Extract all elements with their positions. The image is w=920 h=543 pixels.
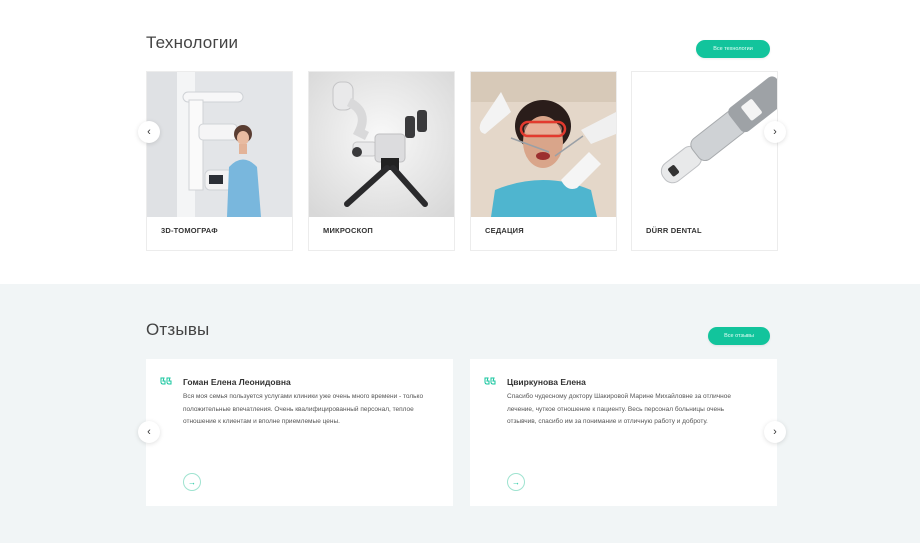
review-author: Гоман Елена Леонидовна (183, 377, 291, 387)
tech-card-label: 3D-ТОМОГРАФ (161, 226, 218, 235)
tech-prev-arrow[interactable]: ‹ (138, 121, 160, 143)
review-author: Цвиркунова Елена (507, 377, 586, 387)
quote-icon (160, 377, 172, 385)
all-reviews-button[interactable]: Все отзывы (708, 327, 770, 345)
tomograph-image (147, 72, 292, 217)
review-text: Спасибо чудесному доктору Шакировой Мари… (507, 393, 731, 425)
review-card: Гоман Елена Леонидовна Вся моя семья пол… (146, 359, 453, 506)
tech-card-label: МИКРОСКОП (323, 226, 373, 235)
sedation-image (471, 72, 616, 217)
reviews-prev-arrow[interactable]: ‹ (138, 421, 160, 443)
review-card: Цвиркунова Елена Спасибо чудесному докто… (470, 359, 777, 506)
tech-card-durr-dental[interactable]: DÜRR DENTAL (631, 71, 778, 251)
tech-card-sedation[interactable]: СЕДАЦИЯ (470, 71, 617, 251)
reviews-title: Отзывы (146, 320, 210, 339)
reviews-next-arrow[interactable]: › (764, 421, 786, 443)
read-more-arrow-icon[interactable]: → (183, 473, 201, 491)
reviews-section: Отзывы Все отзывы Гоман Елена Леонидовна… (0, 284, 920, 543)
tech-card-tomograph[interactable]: 3D-ТОМОГРАФ (146, 71, 293, 251)
tech-card-label: СЕДАЦИЯ (485, 226, 524, 235)
technologies-section: Технологии Все технологии 3D-ТОМОГРАФ МИ… (0, 0, 920, 284)
durr-dental-image (632, 72, 777, 217)
tech-card-label: DÜRR DENTAL (646, 226, 702, 235)
microscope-image (309, 72, 454, 217)
tech-card-microscope[interactable]: МИКРОСКОП (308, 71, 455, 251)
read-more-arrow-icon[interactable]: → (507, 473, 525, 491)
quote-icon (484, 377, 496, 385)
review-text: Вся моя семья пользуется услугами клиник… (183, 393, 424, 425)
technologies-title: Технологии (146, 33, 239, 52)
tech-next-arrow[interactable]: › (764, 121, 786, 143)
all-technologies-button[interactable]: Все технологии (696, 40, 770, 58)
